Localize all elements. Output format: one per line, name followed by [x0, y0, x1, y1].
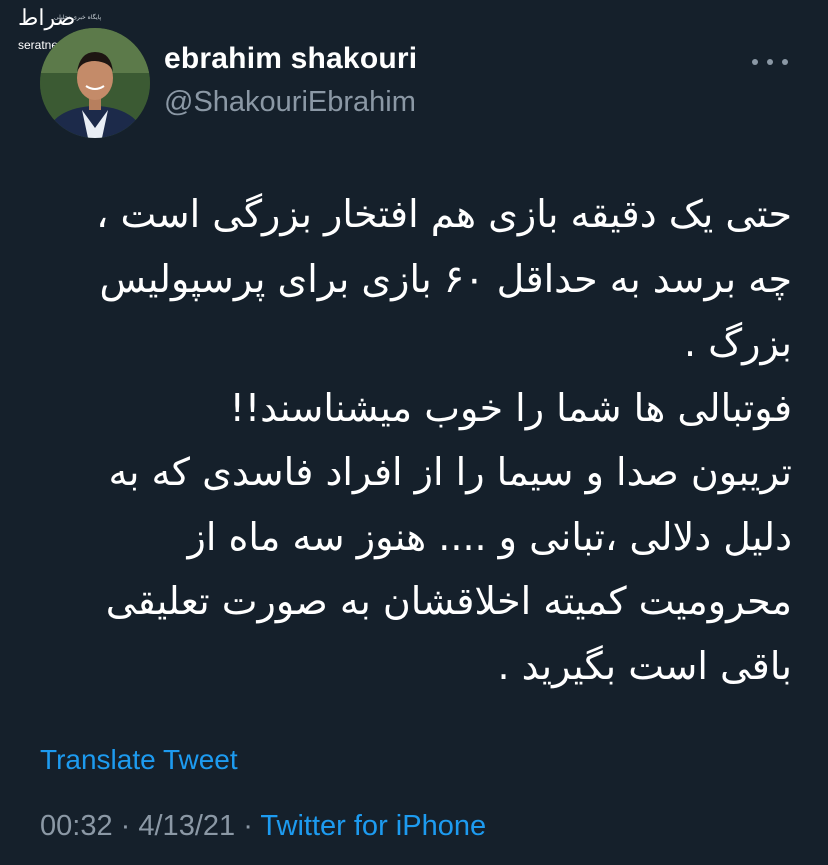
- tweet-text: حتی یک دقیقه بازی هم افتخار بزرگی است ، …: [40, 182, 792, 698]
- tweet-line: بزرگ .: [683, 321, 792, 365]
- tweet-line: دلیل دلالی ،تبانی و .... هنوز سه ماه از: [187, 514, 792, 559]
- more-dot: [752, 59, 758, 65]
- tweet-date[interactable]: 4/13/21: [138, 810, 235, 842]
- user-handle[interactable]: @ShakouriEbrahim: [164, 82, 417, 122]
- tweet-line: فوتبالی ها شما را خوب میشناسند!!: [229, 385, 792, 430]
- tweet-meta: 00:32 · 4/13/21 · Twitter for iPhone: [40, 810, 486, 843]
- translate-tweet-link[interactable]: Translate Tweet: [40, 744, 238, 776]
- user-block: ebrahim shakouri @ShakouriEbrahim: [164, 40, 417, 122]
- more-options-icon[interactable]: [752, 50, 788, 74]
- tweet-line: تریبون صدا و سیما را از افراد فاسدی که ب…: [108, 450, 792, 494]
- more-dot: [767, 59, 773, 65]
- tweet-line: محرومیت کمیته اخلاقشان به صورت تعلیقی: [105, 579, 792, 623]
- more-dot: [782, 59, 788, 65]
- avatar-image: [40, 28, 150, 138]
- tweet-time[interactable]: 00:32: [40, 810, 113, 842]
- display-name[interactable]: ebrahim shakouri: [164, 40, 417, 78]
- tweet-source-link[interactable]: Twitter for iPhone: [260, 810, 486, 842]
- watermark-tagline: پایگاه خبری تحلیلی: [54, 14, 102, 21]
- avatar[interactable]: [40, 28, 150, 138]
- tweet-line: باقی است بگیرید .: [497, 643, 792, 688]
- meta-separator: ·: [120, 810, 131, 842]
- meta-separator: ·: [243, 810, 253, 842]
- tweet-line: چه برسد به حداقل ۶۰ بازی برای پرسپولیس: [99, 256, 792, 301]
- tweet-line: حتی یک دقیقه بازی هم افتخار بزرگی است ،: [96, 192, 792, 236]
